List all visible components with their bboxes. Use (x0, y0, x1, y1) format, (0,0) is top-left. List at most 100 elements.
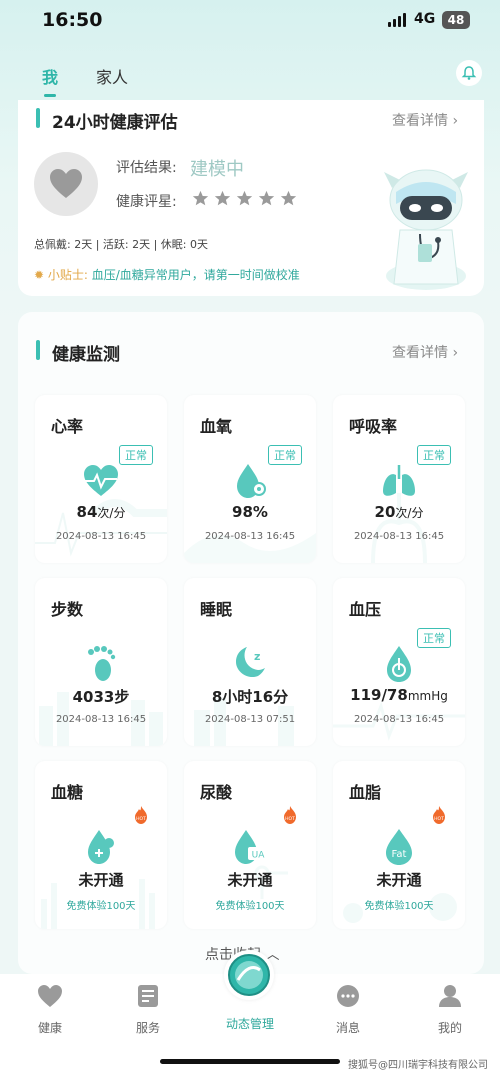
nav-label: 健康 (37, 1021, 62, 1035)
heart-rate-icon (84, 465, 118, 496)
tile-trial: 免费体验100天 (215, 901, 285, 912)
uric-acid-icon: UA (235, 830, 268, 864)
value-number: 4033步 (72, 688, 130, 706)
top-tabs: 我 家人 (0, 56, 500, 97)
hot-label: HOT (434, 816, 444, 822)
tile-blood-sugar[interactable]: 血糖 HOT 未开通 免费体验100天 (35, 761, 167, 929)
tile-date: 2024-08-13 07:51 (204, 714, 296, 725)
tab-family[interactable]: 家人 (96, 64, 128, 88)
tile-value: 98% (184, 503, 316, 521)
nav-item-health[interactable]: 健康 (20, 978, 80, 1036)
star-icon (280, 190, 297, 206)
tile-blood-pressure[interactable]: 血压 正常 119/78mmHg 2024-08-13 16:45 (333, 578, 465, 746)
battery-icon: 48 (442, 11, 470, 29)
tile-value: 84次/分 (35, 503, 167, 521)
tile-value: 119/78mmHg (333, 686, 465, 704)
moon-sleep-icon: z (236, 647, 265, 678)
result-value: 建模中 (190, 159, 244, 180)
status-badge: 正常 (119, 445, 153, 465)
status-badge: 正常 (417, 445, 451, 465)
tile-title: 血压 (349, 600, 382, 619)
star-icon (192, 190, 209, 206)
tile-trial: 免费体验100天 (66, 901, 136, 912)
tile-sleep[interactable]: 睡眠 z 8小时16分 2024-08-13 07:51 (184, 578, 316, 746)
status-time: 16:50 (42, 9, 103, 31)
service-icon (138, 985, 158, 1007)
tile-title: 心率 (51, 417, 84, 436)
tile-value: 4033步 (35, 686, 167, 707)
tile-heart-rate[interactable]: 心率 正常 84次/分 2024-08-13 16:45 (35, 395, 167, 563)
icon-text: UA (252, 851, 266, 861)
tile-date: 2024-08-13 16:45 (204, 531, 296, 542)
network-type: 4G (414, 11, 436, 27)
blood-fat-icon: Fat (386, 829, 412, 865)
result-label: 评估结果: (116, 160, 177, 176)
star-icon (258, 190, 275, 206)
wear-stats: 总佩戴: 2天 | 活跃: 2天 | 休眠: 0天 (34, 238, 209, 251)
tab-me[interactable]: 我 (42, 64, 58, 88)
tile-title: 睡眠 (200, 600, 233, 619)
tile-date: 2024-08-13 16:45 (353, 531, 445, 542)
value-unit: mmHg (407, 689, 448, 703)
blood-sugar-icon (88, 830, 114, 864)
tip: ✹ 小贴士: 血压/血糖异常用户，请第一时间做校准 (34, 266, 300, 283)
nav-label: 动态管理 (225, 1017, 274, 1031)
section-marker (36, 108, 40, 128)
monitor-more-link[interactable]: 查看详情 › (392, 342, 458, 362)
nav-item-profile[interactable]: 我的 (420, 978, 480, 1036)
tile-value: 未开通 (35, 869, 167, 890)
value-number: 未开通 (227, 871, 273, 889)
value-number: 20 (374, 503, 396, 521)
nav-item-message[interactable]: 消息 (318, 978, 378, 1036)
tile-value: 20次/分 (333, 503, 465, 521)
profile-icon (439, 985, 461, 1007)
tile-respiration-rate[interactable]: 呼吸率 正常 20次/分 2024-08-13 16:45 (333, 395, 465, 563)
value-number: 8小时16分 (211, 688, 289, 706)
hot-label: HOT (285, 816, 295, 822)
tile-blood-oxygen[interactable]: 血氧 正常 98% 2024-08-13 16:45 (184, 395, 316, 563)
tile-date: 2024-08-13 16:45 (353, 714, 445, 725)
assessment-title: 24小时健康评估 (52, 113, 178, 133)
tile-date: 2024-08-13 16:45 (55, 531, 147, 542)
nav-label: 消息 (335, 1021, 360, 1035)
assessment-more-link[interactable]: 查看详情 › (392, 110, 458, 130)
tip-label: 小贴士: (47, 268, 88, 282)
tile-blood-fat[interactable]: 血脂 HOT Fat 未开通 免费体验100天 (333, 761, 465, 929)
value-number: 未开通 (376, 871, 422, 889)
status-badge: 正常 (417, 628, 451, 648)
tile-steps[interactable]: 步数 4033步 2024-08-13 16:45 (35, 578, 167, 746)
hot-label: HOT (136, 816, 146, 822)
heart-icon (34, 152, 98, 216)
value-number: 未开通 (78, 871, 124, 889)
tile-title: 尿酸 (200, 783, 233, 802)
home-indicator (160, 1059, 340, 1064)
status-badge: 正常 (268, 445, 302, 465)
section-marker (36, 340, 40, 360)
tile-title: 血氧 (200, 417, 233, 436)
value-number: 98% (232, 503, 268, 521)
star-icon (214, 190, 231, 206)
hot-badge-icon: HOT (135, 806, 147, 824)
tile-uric-acid[interactable]: 尿酸 HOT UA 未开通 免费体验100天 (184, 761, 316, 929)
hot-badge-icon: HOT (284, 806, 296, 824)
nav-item-service[interactable]: 服务 (118, 978, 178, 1036)
nav-label: 我的 (437, 1021, 462, 1035)
tile-value: 8小时16分 (184, 686, 316, 707)
tile-value: 未开通 (333, 869, 465, 890)
tile-title: 血糖 (51, 783, 84, 802)
bulb-icon: ✹ (34, 268, 45, 282)
tile-title: 步数 (51, 600, 84, 619)
icon-text: Fat (392, 849, 407, 860)
tile-value: 未开通 (184, 869, 316, 890)
signal-icon (388, 13, 408, 27)
dynamic-management-icon[interactable] (224, 950, 274, 1000)
value-unit: 次/分 (395, 506, 424, 520)
bell-icon[interactable] (456, 60, 482, 86)
robot-doctor-mascot (384, 169, 468, 290)
lungs-icon (383, 465, 415, 496)
more-label: 查看详情 (392, 345, 448, 361)
svg-text:z: z (254, 650, 260, 663)
more-label: 查看详情 (392, 113, 448, 129)
status-bar: 16:50 4G 48 (0, 0, 500, 44)
chevron-right-icon: › (452, 345, 459, 361)
